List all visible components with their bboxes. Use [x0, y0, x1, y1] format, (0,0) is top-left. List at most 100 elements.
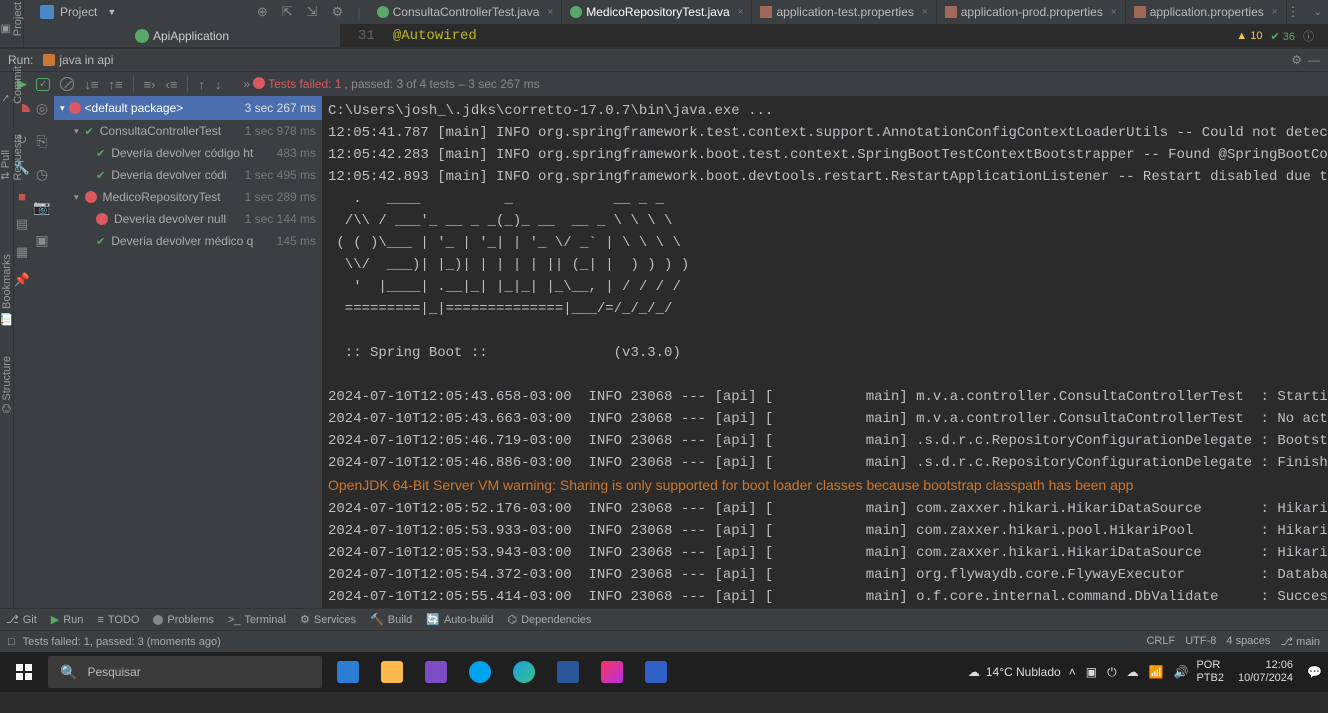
bookmarks-tool-window[interactable]: 📑 Bookmarks [0, 254, 13, 326]
tray-cloud-icon[interactable]: ☁ [1127, 665, 1139, 679]
sort-icon[interactable]: ↓≡ [84, 77, 98, 92]
test-suite[interactable]: ▾✔ConsultaControllerTest1 sec 978 ms [54, 120, 322, 142]
export-icon[interactable]: ⎘ [36, 133, 47, 150]
pass-icon: ✔ [85, 125, 94, 138]
breadcrumb[interactable]: ApiApplication [24, 24, 340, 47]
tool-window-button[interactable]: ⎇ Git [6, 613, 37, 626]
test-case[interactable]: ✔Deveria devolver médico q145 ms [54, 230, 322, 252]
tool-window-button[interactable]: ⌬ Dependencies [507, 613, 591, 626]
arrow-up-icon[interactable]: ↑ [198, 77, 205, 92]
warnings-count[interactable]: ▲ 10 [1236, 30, 1262, 42]
tree-root[interactable]: ▾ <default package> 3 sec 267 ms [54, 96, 322, 120]
search-icon: 🔍 [60, 664, 77, 681]
show-ignored-icon[interactable] [60, 77, 74, 91]
select-open-file-icon[interactable]: ⊕ [257, 4, 268, 20]
sort-icon-2[interactable]: ↑≡ [108, 77, 122, 92]
target-icon[interactable]: ◎ [36, 100, 48, 117]
layout-grid-icon[interactable]: ▦ [14, 244, 30, 260]
tray-icon[interactable]: ⏻ [1107, 665, 1117, 680]
test-case[interactable]: Deveria devolver null1 sec 144 ms [54, 208, 322, 230]
editor-tab[interactable]: application-prod.properties× [937, 0, 1126, 24]
status-indicator[interactable]: UTF-8 [1185, 635, 1216, 648]
close-icon[interactable]: × [1111, 7, 1117, 18]
search-placeholder: Pesquisar [87, 665, 140, 679]
pull-requests-tool-window[interactable]: ⇅ Pull Requests [0, 134, 24, 180]
tool-window-button[interactable]: ≡ TODO [97, 614, 139, 626]
editor-tab[interactable]: ConsultaControllerTest.java× [369, 0, 563, 24]
arrow-down-icon[interactable]: ↓ [215, 77, 222, 92]
status-icon[interactable]: □ [8, 636, 15, 648]
tray-volume-icon[interactable]: 🔊 [1174, 665, 1189, 679]
weather-widget[interactable]: ☁14°C Nublado [968, 665, 1061, 679]
taskbar-app[interactable] [504, 652, 544, 692]
taskbar-app[interactable] [636, 652, 676, 692]
tray-chevron-icon[interactable]: ˄ [1069, 665, 1076, 679]
editor-tab[interactable]: MedicoRepositoryTest.java× [562, 0, 752, 24]
windows-start-button[interactable] [0, 652, 48, 692]
fail-icon [85, 191, 97, 203]
tray-wifi-icon[interactable]: 📶 [1149, 665, 1164, 679]
editor-tab[interactable]: application-test.properties× [752, 0, 936, 24]
tool-window-button[interactable]: Problems [153, 614, 213, 626]
structure-tool-window[interactable]: ⌬ Structure [0, 356, 13, 413]
taskbar-app[interactable] [416, 652, 456, 692]
editor-tab[interactable]: application.properties× [1126, 0, 1287, 24]
pin-icon[interactable]: 📌 [14, 272, 30, 288]
chevron-down-icon[interactable]: ⌄ [1314, 7, 1322, 18]
status-indicator[interactable]: ⎇ main [1280, 635, 1320, 648]
taskbar-app[interactable] [328, 652, 368, 692]
camera-icon[interactable]: 📷 [33, 199, 50, 216]
tray-icon[interactable]: ▣ [1086, 665, 1097, 679]
tests-summary: » Tests failed: 1 , passed: 3 of 4 tests… [243, 77, 539, 91]
clock[interactable]: 12:0610/07/2024 [1238, 659, 1293, 685]
stop-icon[interactable]: ■ [14, 188, 30, 204]
error-icon [253, 77, 265, 89]
gear-icon[interactable]: ⚙ [1291, 53, 1302, 67]
tool-window-button[interactable]: 🔄 Auto-build [426, 613, 493, 626]
line-number: 31 [340, 28, 393, 44]
windows-search[interactable]: 🔍 Pesquisar [48, 656, 322, 688]
clock-icon[interactable]: ◷ [36, 166, 48, 183]
test-suite[interactable]: ▾MedicoRepositoryTest1 sec 289 ms [54, 186, 322, 208]
folder-icon [40, 5, 54, 19]
close-icon[interactable]: × [1272, 7, 1278, 18]
minimize-icon[interactable]: — [1308, 53, 1320, 67]
test-case[interactable]: ✔Deveria devolver código ht483 ms [54, 142, 322, 164]
run-config-name[interactable]: java in api [43, 53, 113, 67]
expand-icon[interactable]: ≡› [144, 77, 156, 92]
tool-window-button[interactable]: >_ Terminal [228, 614, 286, 626]
test-case[interactable]: ✔Deveria devolver códi1 sec 495 ms [54, 164, 322, 186]
tool-window-button[interactable]: 🔨 Build [370, 613, 412, 626]
expand-all-icon[interactable]: ⇱ [282, 4, 293, 20]
stop-partial-icon[interactable] [14, 104, 30, 120]
commit-tool-window[interactable]: ✓ Commit [0, 66, 24, 104]
notifications-icon[interactable]: 💬 [1307, 665, 1322, 679]
class-icon [135, 29, 149, 43]
language-indicator[interactable]: PORPTB2 [1196, 659, 1224, 685]
taskbar-app[interactable] [372, 652, 412, 692]
status-indicator[interactable]: 4 spaces [1226, 635, 1270, 648]
taskbar-app[interactable] [548, 652, 588, 692]
close-icon[interactable]: × [738, 7, 744, 18]
collapse-all-icon[interactable]: ⇲ [307, 4, 318, 20]
close-icon[interactable]: × [547, 7, 553, 18]
collapse-icon[interactable]: ‹≡ [166, 77, 178, 92]
project-view-selector[interactable]: Project ▼ [30, 3, 126, 21]
gear-icon[interactable]: ⚙ [332, 4, 344, 20]
show-passed-icon[interactable]: ✓ [36, 78, 50, 91]
tool-window-button[interactable]: ⚙ Services [300, 613, 356, 626]
close-icon[interactable]: × [922, 7, 928, 18]
project-tool-window[interactable]: ▣ Project [0, 2, 24, 36]
layout-icon[interactable]: ▤ [14, 216, 30, 232]
file-icon [377, 6, 389, 18]
console-output[interactable]: C:\Users\josh_\.jdks\corretto-17.0.7\bin… [322, 96, 1328, 608]
taskbar-app[interactable] [460, 652, 500, 692]
inspections-icon[interactable]: ⓘ [1303, 28, 1314, 44]
bookmark-icon[interactable]: ▣ [35, 232, 48, 249]
status-indicator[interactable]: CRLF [1146, 635, 1175, 648]
tool-window-button[interactable]: ▶ Run [51, 613, 84, 626]
ok-count[interactable]: ✔ 36 [1270, 30, 1295, 43]
run-tool-label: Run: [8, 53, 33, 67]
taskbar-app[interactable] [592, 652, 632, 692]
tab-more-icon[interactable]: ⋮ [1287, 4, 1300, 20]
